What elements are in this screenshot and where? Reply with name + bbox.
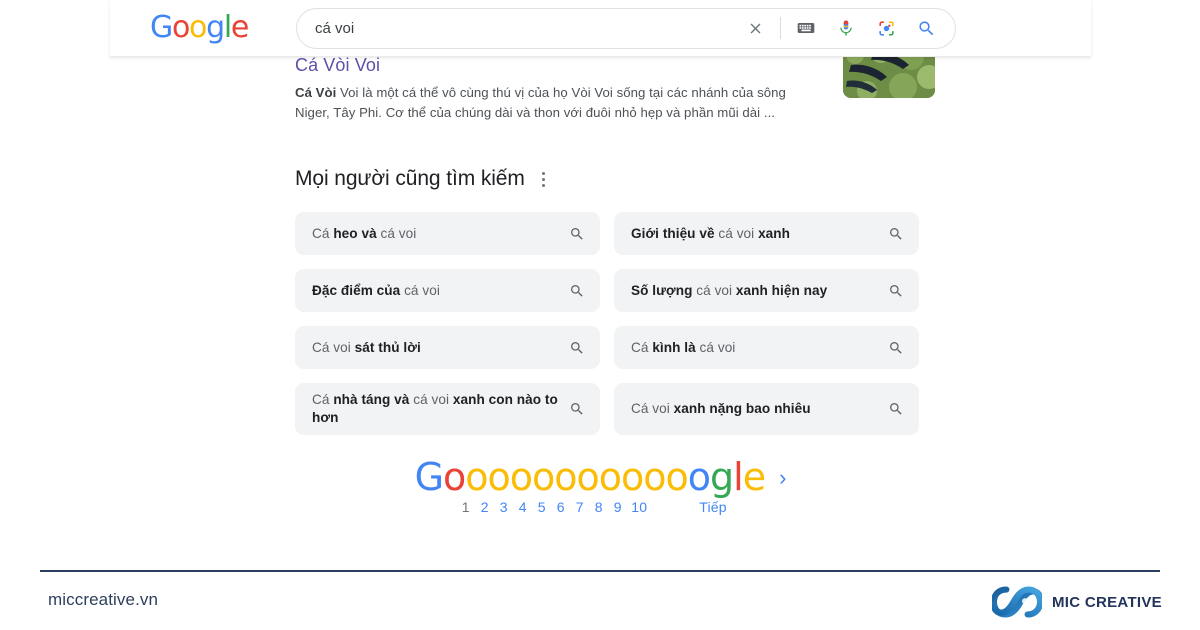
- search-icon[interactable]: [568, 340, 586, 356]
- pagination-logo-letter-8[interactable]: o: [599, 455, 622, 499]
- pagination-logo-letter-11[interactable]: o: [666, 455, 689, 499]
- chip-label: Cá nhà táng và cá voi xanh con nào to hơ…: [312, 392, 558, 425]
- chip-label: Cá heo và cá voi: [312, 225, 417, 241]
- pagination-page-9[interactable]: 9: [608, 499, 627, 515]
- search-icon[interactable]: [913, 15, 939, 41]
- footer-website-url: miccreative.vn: [48, 590, 159, 609]
- result-snippet: Cá Vòi Voi là một cá thể vô cùng thú vị …: [295, 83, 797, 122]
- result-snippet-bold: Cá Vòi: [295, 85, 337, 100]
- search-icon[interactable]: [887, 226, 905, 242]
- chip-label: Giới thiệu về cá voi xanh: [631, 225, 790, 241]
- pagination-logo-letter-15: e: [742, 455, 766, 499]
- chip-label: Số lượng cá voi xanh hiện nay: [631, 282, 828, 298]
- kebab-menu-icon[interactable]: [539, 168, 548, 191]
- people-also-search-title: Mọi người cũng tìm kiếm: [295, 167, 525, 190]
- people-also-search-header: Mọi người cũng tìm kiếm: [295, 167, 548, 191]
- search-icon[interactable]: [568, 401, 586, 417]
- chip-label: Cá voi xanh nặng bao nhiêu: [631, 401, 811, 416]
- pagination-google-logo: Goooooooooooogle: [414, 455, 767, 499]
- pagination-page-1[interactable]: 1: [456, 499, 475, 515]
- pagination-logo-letter-7[interactable]: o: [577, 455, 600, 499]
- pagination: Goooooooooooogle › 1 2 3 4 5 6 7 8 9 10 …: [110, 457, 1091, 515]
- chevron-right-icon[interactable]: ›: [779, 465, 786, 491]
- list-item[interactable]: Số lượng cá voi xanh hiện nay: [614, 269, 919, 312]
- pagination-logo-letter-14: l: [733, 455, 744, 499]
- list-item[interactable]: Cá heo và cá voi: [295, 212, 600, 255]
- list-item[interactable]: Cá nhà táng và cá voi xanh con nào to hơ…: [295, 383, 600, 435]
- pagination-page-6[interactable]: 6: [551, 499, 570, 515]
- pagination-logo-letter-5[interactable]: o: [532, 455, 555, 499]
- list-item[interactable]: Cá kình là cá voi: [614, 326, 919, 369]
- search-icon-divider: [780, 17, 782, 39]
- pagination-logo-letter-1[interactable]: o: [443, 455, 466, 499]
- pagination-logo-letter-0: G: [414, 455, 444, 499]
- search-icon[interactable]: [887, 401, 905, 417]
- pagination-logo-letter-10[interactable]: o: [643, 455, 666, 499]
- search-box[interactable]: [296, 7, 957, 49]
- pagination-next-button[interactable]: Tiếp: [699, 499, 727, 515]
- search-icon[interactable]: [887, 283, 905, 299]
- search-input[interactable]: [315, 8, 743, 48]
- pagination-page-7[interactable]: 7: [570, 499, 589, 515]
- pagination-logo-letter-9[interactable]: o: [621, 455, 644, 499]
- pagination-logo-letter-12[interactable]: o: [688, 455, 711, 499]
- chip-label: Cá kình là cá voi: [631, 339, 736, 355]
- google-lens-icon[interactable]: [873, 15, 899, 41]
- google-logo[interactable]: Google: [150, 13, 249, 43]
- pagination-logo-row: Goooooooooooogle ›: [415, 457, 787, 497]
- people-also-search-grid: Cá heo và cá voi Giới thiệu về cá voi xa…: [295, 212, 919, 435]
- pagination-page-10[interactable]: 10: [627, 499, 651, 515]
- pagination-logo-letter-3[interactable]: o: [488, 455, 511, 499]
- list-item[interactable]: Cá voi xanh nặng bao nhiêu: [614, 383, 919, 435]
- google-search-header: Google: [110, 0, 1091, 57]
- close-icon[interactable]: [742, 15, 768, 41]
- search-box-icons: [742, 15, 955, 41]
- search-icon[interactable]: [887, 340, 905, 356]
- pagination-logo-letter-4[interactable]: o: [510, 455, 533, 499]
- infinity-loop-logo: [992, 586, 1042, 618]
- search-icon[interactable]: [568, 226, 586, 242]
- pagination-logo-letter-2[interactable]: o: [465, 455, 488, 499]
- pagination-logo-letter-6[interactable]: o: [554, 455, 577, 499]
- footer-brand: MIC CREATIVE: [992, 586, 1162, 618]
- pagination-numbers: 1 2 3 4 5 6 7 8 9 10 Tiếp: [456, 499, 727, 515]
- pagination-page-2[interactable]: 2: [475, 499, 494, 515]
- chip-label: Cá voi sát thủ lời: [312, 339, 421, 355]
- list-item[interactable]: Đặc điểm của cá voi: [295, 269, 600, 312]
- pagination-page-8[interactable]: 8: [589, 499, 608, 515]
- result-snippet-rest: Voi là một cá thể vô cùng thú vị của họ …: [295, 85, 786, 120]
- keyboard-icon[interactable]: [793, 15, 819, 41]
- list-item[interactable]: Giới thiệu về cá voi xanh: [614, 212, 919, 255]
- pagination-logo-letter-13: g: [710, 455, 734, 499]
- pagination-page-5[interactable]: 5: [532, 499, 551, 515]
- brand-name: MIC CREATIVE: [1052, 593, 1162, 611]
- microphone-icon[interactable]: [833, 15, 859, 41]
- chip-label: Đặc điểm của cá voi: [312, 282, 440, 298]
- pagination-page-4[interactable]: 4: [513, 499, 532, 515]
- footer-divider: [40, 570, 1160, 572]
- search-result: Cá Vòi Voi Cá Vòi Voi là một cá thể vô c…: [295, 47, 935, 122]
- list-item[interactable]: Cá voi sát thủ lời: [295, 326, 600, 369]
- search-icon[interactable]: [568, 283, 586, 299]
- pagination-page-3[interactable]: 3: [494, 499, 513, 515]
- serp-body: Cá Vòi Voi Cá Vòi Voi là một cá thể vô c…: [110, 47, 1091, 547]
